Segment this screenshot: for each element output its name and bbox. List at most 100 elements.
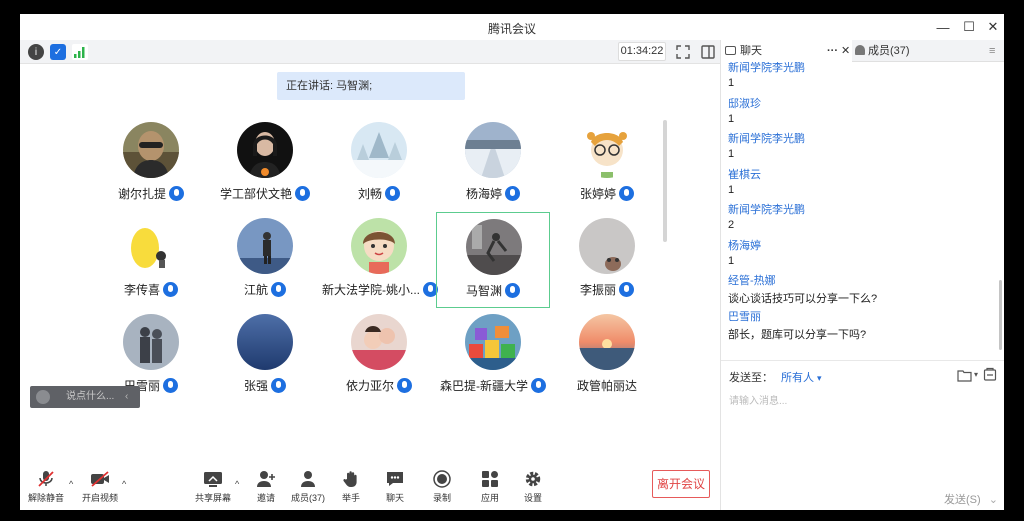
mic-icon xyxy=(397,378,412,393)
send-button[interactable]: 发送(S) ⌄ xyxy=(944,491,998,507)
participant-tile[interactable]: 李传喜 xyxy=(94,212,208,308)
participant-tile[interactable]: 政管帕丽达 xyxy=(550,308,664,404)
send-button-label: 发送(S) xyxy=(944,494,981,506)
chat-sender: 杨海婷 xyxy=(728,239,761,252)
minimize-button[interactable]: — xyxy=(930,16,956,38)
participant-name: 张强 xyxy=(208,377,322,394)
shield-icon[interactable]: ✓ xyxy=(50,44,66,60)
participant-tile[interactable]: 张婷婷 xyxy=(550,116,664,212)
more-icon[interactable]: ··· xyxy=(827,40,838,62)
chat-sender: 巴雪丽 xyxy=(728,310,761,323)
participant-tile[interactable]: 新大法学院-姚小... xyxy=(322,212,438,308)
mic-icon xyxy=(169,186,184,201)
close-chat-icon[interactable]: ✕ xyxy=(841,40,850,62)
close-button[interactable]: ✕ xyxy=(980,16,1004,38)
participant-tile[interactable]: 江航 xyxy=(208,212,322,308)
maximize-button[interactable]: ☐ xyxy=(956,16,982,38)
settings-button[interactable]: 设置 xyxy=(513,470,553,504)
screenshot-icon[interactable] xyxy=(983,367,997,382)
unmute-button[interactable]: 解除静音 xyxy=(26,470,66,504)
signal-icon[interactable] xyxy=(72,44,88,60)
chat-icon xyxy=(725,46,736,55)
panel-tabs: 聊天 ··· ✕ 成员(37) ≡ xyxy=(721,40,1004,62)
share-options-caret[interactable]: ^ xyxy=(235,479,239,489)
mic-icon xyxy=(531,378,546,393)
participant-name-text: 李振丽 xyxy=(579,283,616,297)
chat-message: 1 xyxy=(728,254,735,267)
audio-options-caret[interactable]: ^ xyxy=(69,479,73,489)
participant-tile[interactable]: 谢尔扎提 xyxy=(94,116,208,212)
chat-sender: 新闻学院李光鹏 xyxy=(728,204,805,216)
file-options-caret[interactable]: ▾ xyxy=(974,370,978,379)
send-options-caret[interactable]: ⌄ xyxy=(989,494,998,506)
bottom-toolbar: 解除静音 ^ 开启视频 ^ 共享屏幕 ^ 邀请 成员(37) 举手 聊天 录制 … xyxy=(20,466,720,510)
avatar xyxy=(123,218,179,274)
layout-icon[interactable] xyxy=(700,44,716,60)
mic-icon xyxy=(505,186,520,201)
participant-name-text: 森巴提-新疆大学 xyxy=(440,379,528,393)
file-icon[interactable] xyxy=(957,368,973,382)
quick-chat-input[interactable]: 说点什么... ‹ xyxy=(30,386,140,408)
emoji-icon[interactable] xyxy=(36,390,50,404)
chat-input[interactable]: 请输入消息... xyxy=(729,392,787,407)
participant-name-text: 张婷婷 xyxy=(579,187,616,201)
participant-name: 谢尔扎提 xyxy=(94,185,208,202)
avatar xyxy=(237,218,293,274)
apps-button[interactable]: 应用 xyxy=(470,470,510,504)
raise-hand-button[interactable]: 举手 xyxy=(331,470,371,504)
chevron-down-icon[interactable]: ▾ xyxy=(817,373,822,383)
record-button[interactable]: 录制 xyxy=(422,470,462,504)
video-options-caret[interactable]: ^ xyxy=(122,479,126,489)
share-screen-icon xyxy=(202,470,224,488)
send-to-row[interactable]: 发送至： 所有人 ▾ xyxy=(729,369,822,385)
chat-message-list[interactable]: 新闻学院李光鹏 1 邸淑珍 1 新闻学院李光鹏 1 崔棋云 1 新闻学院李光鹏 2 杨海婷 1 经管-热… xyxy=(721,62,1004,358)
tab-chat-label: 聊天 xyxy=(740,45,762,57)
chat-button[interactable]: 聊天 xyxy=(375,470,415,504)
participant-tile[interactable]: 依力亚尔 xyxy=(322,308,436,404)
leave-meeting-button[interactable]: 离开会议 xyxy=(652,470,710,498)
collapse-icon[interactable]: ‹ xyxy=(125,386,128,408)
avatar xyxy=(579,122,635,178)
invite-button[interactable]: 邀请 xyxy=(246,470,286,504)
fullscreen-icon[interactable] xyxy=(675,44,691,60)
chat-sender: 新闻学院李光鹏 xyxy=(728,133,805,145)
mic-icon xyxy=(271,378,286,393)
participant-name: 政管帕丽达 xyxy=(550,377,664,394)
participant-tile[interactable]: 张强 xyxy=(208,308,322,404)
participant-tile[interactable]: 森巴提-新疆大学 xyxy=(436,308,550,404)
gear-icon xyxy=(522,470,544,488)
members-button[interactable]: 成员(37) xyxy=(288,470,328,504)
avatar xyxy=(351,314,407,370)
chat-label: 聊天 xyxy=(385,493,404,503)
chat-scrollbar[interactable] xyxy=(999,280,1002,350)
participant-tile[interactable]: 杨海婷 xyxy=(436,116,550,212)
participant-name: 李传喜 xyxy=(94,281,208,298)
invite-label: 邀请 xyxy=(256,493,275,503)
user-icon xyxy=(855,45,865,55)
avatar xyxy=(237,122,293,178)
avatar xyxy=(351,122,407,178)
participant-tile[interactable]: 刘畅 xyxy=(322,116,436,212)
tab-members[interactable]: 成员(37) xyxy=(855,40,975,62)
settings-label: 设置 xyxy=(523,493,542,503)
info-icon[interactable]: i xyxy=(28,44,44,60)
participant-name: 张婷婷 xyxy=(550,185,664,202)
panel-menu-icon[interactable]: ≡ xyxy=(989,40,995,62)
participant-tile[interactable]: 学工部伏文艳 xyxy=(208,116,322,212)
participant-tile[interactable]: 李振丽 xyxy=(550,212,664,308)
participant-tile[interactable]: 马智渊 xyxy=(436,212,550,308)
chat-message: 1 xyxy=(728,77,735,89)
meeting-window: 腾讯会议 — ☐ ✕ i ✓ 01:34:22 正在讲话: 马智渊; 谢尔扎提 … xyxy=(20,14,1004,510)
send-to-recipient[interactable]: 所有人 xyxy=(781,372,814,384)
participant-name: 杨海婷 xyxy=(436,185,550,202)
share-screen-button[interactable]: 共享屏幕 xyxy=(193,470,233,504)
tab-chat[interactable]: 聊天 ··· ✕ xyxy=(721,40,852,62)
participant-name-text: 刘畅 xyxy=(357,187,382,201)
participant-name-text: 新大法学院-姚小... xyxy=(322,283,420,297)
start-video-button[interactable]: 开启视频 xyxy=(80,470,120,504)
chat-sender: 邸淑珍 xyxy=(728,97,761,110)
participant-name: 新大法学院-姚小... xyxy=(322,281,438,298)
participant-name-text: 政管帕丽达 xyxy=(576,379,637,393)
raise-hand-label: 举手 xyxy=(341,493,360,503)
record-label: 录制 xyxy=(432,493,451,503)
